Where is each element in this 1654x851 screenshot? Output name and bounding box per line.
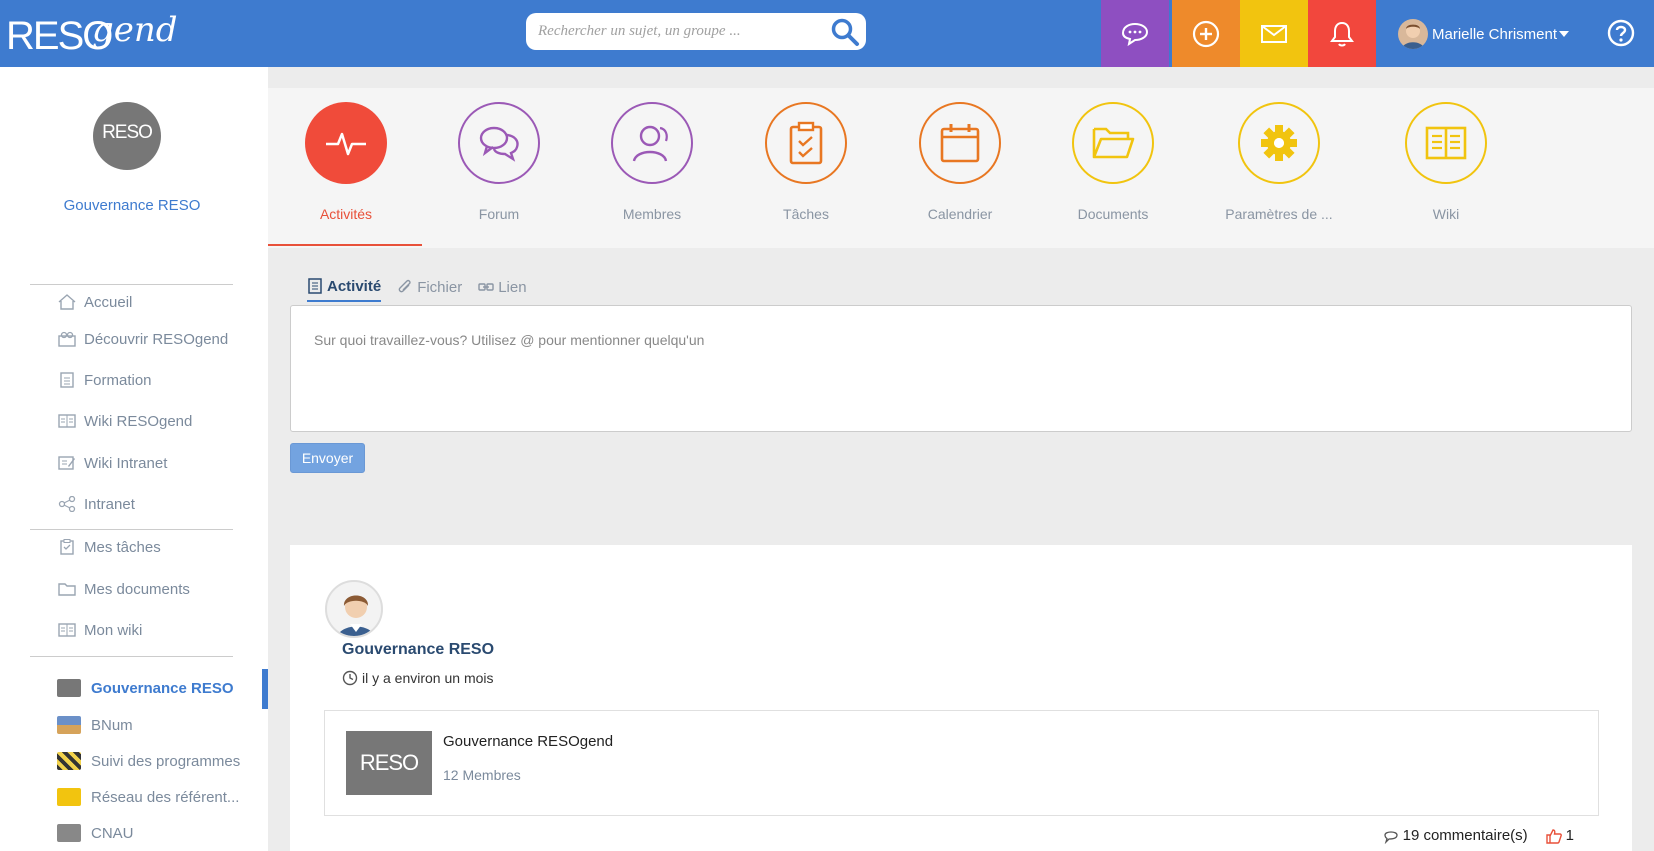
activity-author[interactable]: Gouvernance RESO — [342, 641, 494, 659]
post-type-tabs: Activité Fichier Lien — [307, 272, 543, 302]
share-icon — [58, 496, 76, 512]
post-tab-fichier[interactable]: Fichier — [397, 272, 462, 302]
folder-open-icon — [1072, 102, 1154, 184]
tab-forum[interactable]: Forum — [424, 102, 574, 222]
envelope-icon — [1261, 24, 1287, 43]
send-button[interactable]: Envoyer — [290, 443, 365, 473]
resogend-logo[interactable]: RESO gend — [6, 6, 178, 62]
tab-membres[interactable]: Membres — [577, 102, 727, 222]
clipboard-icon — [765, 102, 847, 184]
post-textarea[interactable] — [291, 306, 1631, 431]
tab-wiki[interactable]: Wiki — [1371, 102, 1521, 222]
sidebar-item-mes-taches[interactable]: Mes tâches — [58, 535, 161, 559]
group-thumbnail — [57, 824, 81, 842]
group-embed[interactable]: RESO Gouvernance RESOgend 12 Membres — [324, 710, 1599, 816]
search-box — [526, 13, 866, 50]
sidebar-item-formation[interactable]: Formation — [58, 368, 152, 392]
group-thumbnail — [57, 716, 81, 734]
caret-down-icon — [1559, 31, 1570, 37]
sidebar-item-mon-wiki[interactable]: Mon wiki — [58, 618, 142, 642]
sidebar-item-mes-documents[interactable]: Mes documents — [58, 577, 190, 601]
post-tab-activite[interactable]: Activité — [307, 272, 382, 302]
embed-thumbnail: RESO — [346, 731, 432, 795]
sidebar-group-bnum[interactable]: BNum — [57, 713, 133, 737]
bell-icon — [1330, 21, 1354, 46]
embed-members-count: 12 Membres — [443, 767, 521, 783]
user-menu[interactable]: Marielle Chrisment — [1398, 18, 1570, 50]
user-name: Marielle Chrisment — [1432, 25, 1558, 43]
notifications-button[interactable] — [1308, 0, 1376, 67]
sidebar-group-cnau[interactable]: CNAU — [57, 821, 134, 845]
book-icon — [1405, 102, 1487, 184]
group-apps-bar: Activités Forum Membres Tâches Calendrie… — [268, 88, 1654, 248]
pulse-icon — [305, 102, 387, 184]
group-thumbnail — [57, 788, 81, 806]
book-icon — [58, 623, 76, 637]
post-composer — [290, 305, 1632, 432]
add-button[interactable] — [1172, 0, 1240, 67]
link-icon — [478, 283, 494, 291]
group-title[interactable]: Gouvernance RESO — [0, 197, 264, 214]
comment-icon — [1383, 830, 1398, 844]
gear-icon — [1238, 102, 1320, 184]
book-icon — [58, 414, 76, 428]
activity-card: Gouvernance RESO il y a environ un mois … — [290, 545, 1632, 851]
group-thumbnail — [57, 752, 81, 770]
messages-button[interactable] — [1240, 0, 1308, 67]
like-button[interactable]: 1 — [1545, 827, 1574, 844]
document-icon — [308, 278, 322, 294]
sidebar-group-gouvernance-reso[interactable]: Gouvernance RESO — [57, 676, 234, 700]
clipboard-icon — [60, 539, 74, 555]
tab-calendrier[interactable]: Calendrier — [885, 102, 1035, 222]
sidebar-item-wiki-intranet[interactable]: Wiki Intranet — [58, 451, 167, 475]
document-icon — [60, 372, 74, 388]
embed-logo-text: RESO — [359, 750, 419, 775]
group-logo-text: RESO — [102, 122, 153, 143]
sidebar-group-suivi-programmes[interactable]: Suivi des programmes — [57, 749, 240, 773]
author-avatar[interactable] — [325, 580, 383, 638]
help-icon[interactable] — [1606, 18, 1636, 48]
logo-script-text: gend — [92, 10, 178, 50]
tab-activites[interactable]: Activités — [271, 102, 421, 222]
sidebar-divider — [30, 656, 233, 657]
active-indicator — [262, 669, 268, 709]
sidebar-item-intranet[interactable]: Intranet — [58, 492, 135, 516]
sidebar-divider — [30, 529, 233, 530]
group-logo[interactable]: RESO — [93, 102, 161, 170]
paperclip-icon — [398, 279, 411, 293]
forum-bubbles-icon — [458, 102, 540, 184]
tab-parametres[interactable]: Paramètres de ... — [1204, 102, 1354, 222]
embed-title[interactable]: Gouvernance RESOgend — [443, 733, 613, 750]
clock-icon — [342, 670, 358, 686]
comments-link[interactable]: 19 commentaire(s) — [1383, 827, 1528, 844]
search-icon[interactable] — [830, 17, 860, 47]
home-icon — [58, 294, 76, 310]
sidebar-item-decouvrir[interactable]: Découvrir RESOgend — [58, 327, 228, 351]
activity-footer: 19 commentaire(s) 1 — [1383, 827, 1574, 844]
sidebar-group-reseau-referents[interactable]: Réseau des référent... — [57, 785, 239, 809]
chat-button[interactable] — [1101, 0, 1169, 67]
top-bar: RESO gend Rechercher un sujet, un groupe… — [0, 0, 1654, 67]
members-icon — [611, 102, 693, 184]
calendar-icon — [919, 102, 1001, 184]
post-tab-lien[interactable]: Lien — [478, 272, 527, 302]
plus-circle-icon — [1192, 20, 1220, 47]
search-input[interactable] — [538, 13, 818, 50]
chat-bubbles-icon — [1121, 22, 1149, 46]
tab-documents[interactable]: Documents — [1038, 102, 1188, 222]
sidebar-item-accueil[interactable]: Accueil — [58, 290, 132, 314]
sidebar-item-wiki-resogend[interactable]: Wiki RESOgend — [58, 409, 192, 433]
sidebar-divider — [30, 284, 233, 285]
active-tab-underline — [268, 244, 422, 246]
edit-book-icon — [58, 456, 75, 470]
thumbs-up-icon — [1545, 828, 1562, 844]
tab-taches[interactable]: Tâches — [731, 102, 881, 222]
folder-icon — [58, 583, 76, 596]
user-avatar — [1398, 19, 1428, 49]
group-thumbnail — [57, 679, 81, 697]
sidebar: RESO Gouvernance RESO Accueil Découvrir … — [0, 67, 268, 851]
discover-icon — [58, 331, 76, 347]
activity-time: il y a environ un mois — [342, 670, 494, 686]
